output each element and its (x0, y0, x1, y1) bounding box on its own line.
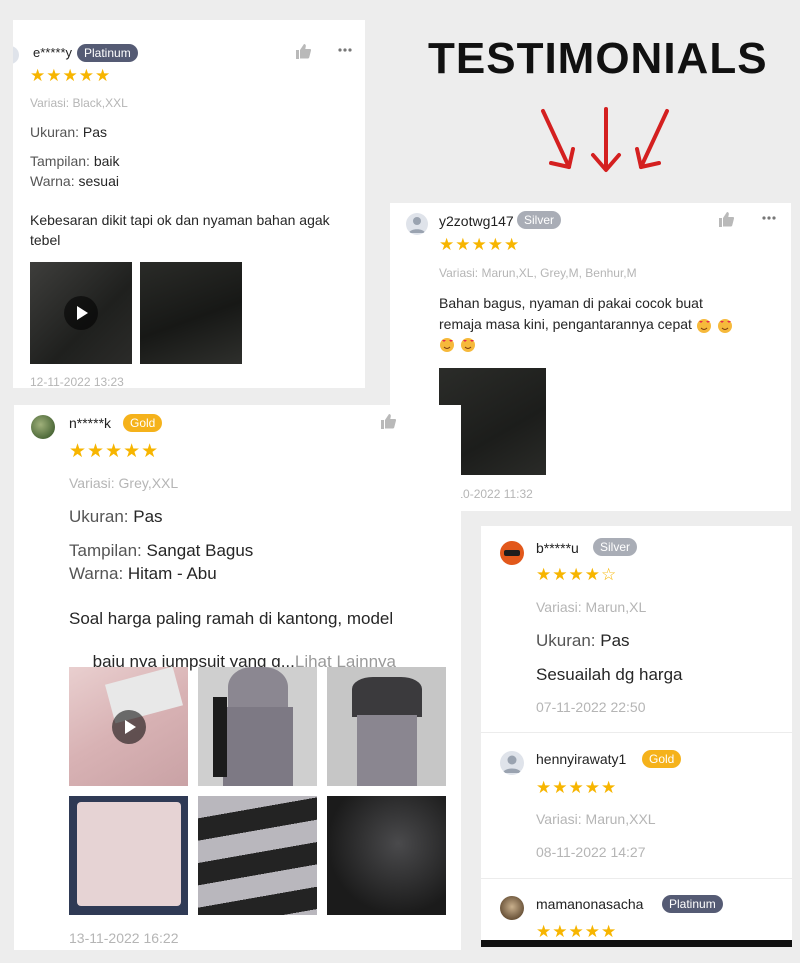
look-value: baik (93, 153, 120, 169)
emoji-row (439, 336, 477, 354)
color-label: Warna: (69, 564, 124, 583)
review-date: 07-11-2022 22:50 (536, 699, 646, 715)
review-comment-cont: remaja masa kini, pengantarannya cepat (439, 316, 734, 333)
rating-stars: ★★★★★ (69, 441, 160, 462)
size-value: Pas (133, 507, 163, 526)
user-icon (409, 217, 425, 233)
rating-stars: ★★★★☆ (536, 565, 616, 585)
play-icon[interactable] (64, 296, 98, 330)
avatar (31, 415, 55, 439)
size-row: Ukuran: Pas (69, 507, 163, 527)
review-comment: Sesuailah dg harga (536, 665, 683, 684)
review-video-thumbnail[interactable] (69, 667, 188, 786)
size-label: Ukuran: (69, 507, 129, 526)
rating-stars: ★★★★★ (536, 922, 618, 941)
bottom-bar (481, 940, 792, 947)
look-label: Tampilan: (30, 153, 90, 169)
review-card-1: e*****y Platinum ★★★★★ Variasi: Black,XX… (13, 20, 365, 388)
review-card-4: b*****u Silver ★★★★☆ Variasi: Marun,XL U… (481, 526, 792, 947)
size-value: Pas (600, 631, 630, 650)
size-row: Ukuran: Pas (536, 631, 630, 651)
divider (481, 732, 792, 733)
love-face-emoji-icon (461, 338, 476, 353)
review-photo[interactable] (140, 262, 242, 364)
variation-label: Variasi: Grey,XXL (69, 475, 179, 491)
reviewer-name: e*****y (33, 45, 73, 60)
look-value: Sangat Bagus (146, 541, 254, 560)
avatar (406, 213, 428, 235)
more-options-icon[interactable] (338, 48, 352, 52)
rating-stars: ★★★★★ (30, 66, 112, 85)
look-row: Tampilan: Sangat Bagus (69, 541, 253, 561)
color-row: Warna: sesuai (30, 173, 119, 189)
like-icon[interactable] (380, 414, 396, 429)
review-photo[interactable] (327, 796, 446, 915)
page-title: TESTIMONIALS (428, 34, 768, 83)
review-date: 12-11-2022 13:23 (30, 375, 124, 388)
size-label: Ukuran: (30, 124, 80, 140)
status-badge: Platinum (662, 895, 723, 913)
look-label: Tampilan: (69, 541, 142, 560)
love-face-emoji-icon (717, 318, 732, 333)
review-comment: Bahan bagus, nyaman di pakai cocok buat (439, 295, 703, 311)
review-comment-cont: tebel (30, 232, 61, 248)
look-row: Tampilan: baik (30, 153, 120, 169)
review-photo[interactable] (198, 796, 317, 915)
variation-label: Variasi: Marun,XL, Grey,M, Benhur,M (439, 266, 637, 280)
review-photo[interactable] (198, 667, 317, 786)
size-value: Pas (82, 124, 108, 140)
color-label: Warna: (30, 173, 75, 189)
status-badge: Gold (642, 750, 682, 768)
divider (481, 878, 792, 879)
filled-stars: ★★★★ (536, 565, 601, 584)
review-comment: Kebesaran dikit tapi ok dan nyaman bahan… (30, 212, 330, 228)
reviewer-name: y2zotwg147 (439, 213, 514, 229)
review-date: 13-11-2022 16:22 (69, 930, 179, 946)
review-card-3: n*****k Gold ★★★★★ Variasi: Grey,XXL Uku… (14, 405, 461, 950)
avatar (500, 751, 524, 775)
rating-stars: ★★★★★ (439, 235, 521, 254)
love-face-emoji-icon (696, 318, 711, 333)
avatar (13, 46, 19, 64)
reviewer-name: mamanonasacha (536, 896, 644, 912)
more-options-icon[interactable] (762, 216, 776, 220)
size-label: Ukuran: (536, 631, 596, 650)
review-comment: Soal harga paling ramah di kantong, mode… (69, 609, 394, 628)
color-value: sesuai (78, 173, 119, 189)
review-video-thumbnail[interactable] (30, 262, 132, 364)
color-value: Hitam - Abu (127, 564, 217, 583)
reviewer-name: n*****k (69, 415, 112, 431)
play-icon[interactable] (111, 709, 146, 744)
review-photo[interactable] (69, 796, 188, 915)
reviewer-name: hennyirawaty1 (536, 751, 627, 767)
rating-stars: ★★★★★ (536, 778, 618, 797)
review-date: 08-11-2022 14:27 (536, 844, 646, 860)
review-photo[interactable] (327, 667, 446, 786)
arrows-down-icon (541, 107, 669, 172)
status-badge: Silver (517, 211, 562, 229)
love-face-emoji-icon (440, 338, 454, 353)
reviewer-name: b*****u (536, 540, 579, 556)
user-icon (503, 755, 521, 773)
avatar (500, 541, 524, 565)
color-row: Warna: Hitam - Abu (69, 564, 217, 584)
like-icon[interactable] (718, 212, 734, 227)
avatar (500, 896, 524, 920)
status-badge: Platinum (77, 44, 138, 62)
review-comment-text: remaja masa kini, pengantarannya cepat (439, 316, 692, 332)
variation-label: Variasi: Black,XXL (30, 96, 128, 110)
size-row: Ukuran: Pas (30, 124, 107, 140)
empty-star-icon: ☆ (600, 565, 617, 584)
like-icon[interactable] (295, 44, 311, 59)
status-badge: Gold (123, 414, 163, 432)
status-badge: Silver (593, 538, 638, 556)
variation-label: Variasi: Marun,XXL (536, 811, 656, 827)
variation-label: Variasi: Marun,XL (536, 599, 647, 615)
